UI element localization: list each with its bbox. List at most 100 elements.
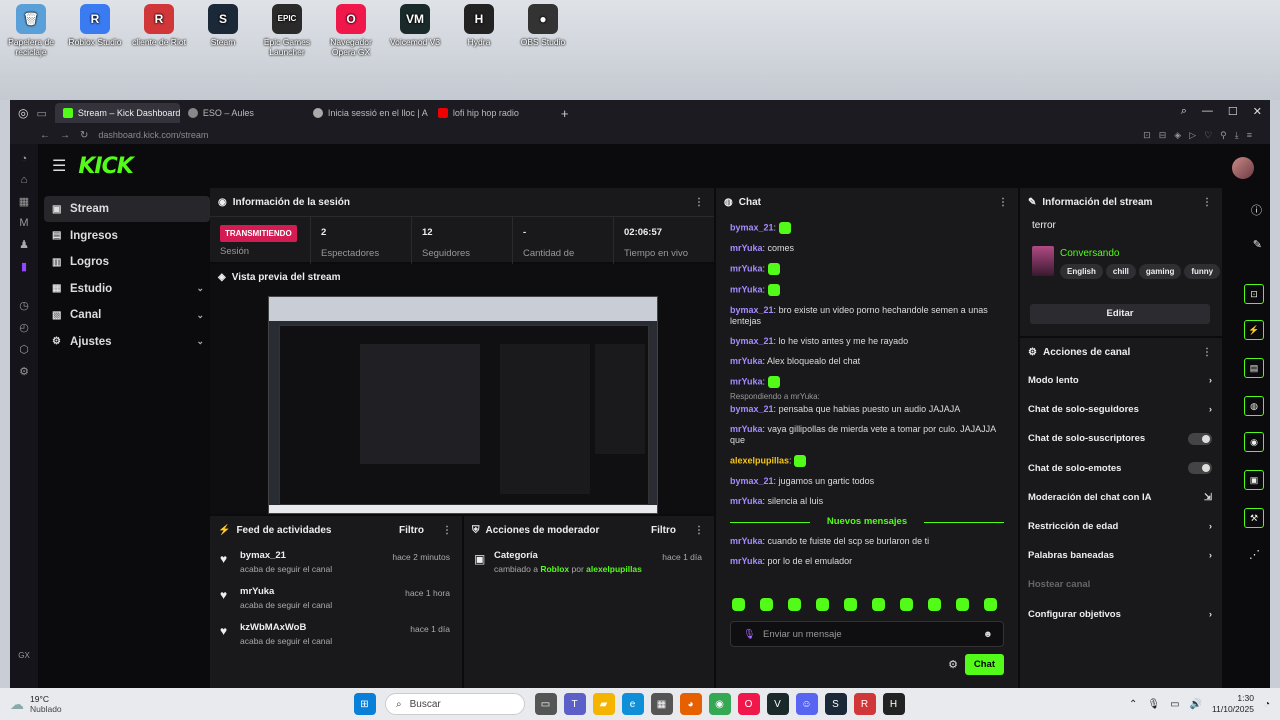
workspace-icon[interactable]: ▭ (36, 107, 46, 120)
new-tab-button[interactable]: + (561, 106, 569, 121)
opera-logo-icon[interactable]: ◎ (18, 106, 28, 120)
screen-tool-icon[interactable]: ▣ (1244, 470, 1264, 490)
chat-username[interactable]: mrYuka (730, 263, 763, 273)
kebab-menu-icon[interactable]: ⋮ (694, 525, 704, 536)
forward-button[interactable]: → (60, 130, 70, 141)
channel-action-item[interactable]: Moderación del chat con IA ⇲ (1020, 483, 1222, 512)
chat-username[interactable]: mrYuka (730, 376, 763, 386)
chat-username[interactable]: bymax_21 (730, 336, 774, 346)
chrome-icon[interactable]: ◉ (708, 693, 731, 715)
user-link[interactable]: alexelpupillas (586, 564, 642, 574)
emote-icon[interactable] (956, 598, 969, 611)
maximize-button[interactable]: ☐ (1228, 105, 1238, 118)
settings-icon[interactable]: ⚙ (10, 365, 38, 378)
channel-action-item[interactable]: Restricción de edad › (1020, 512, 1222, 541)
desktop-icon[interactable]: S Steam (192, 4, 254, 47)
chat-username[interactable]: alexelpupillas (730, 455, 789, 465)
mic-tray-icon[interactable]: 🎙 (1147, 699, 1160, 710)
info-icon[interactable]: ⓘ (1251, 202, 1262, 218)
kick-side-icon[interactable]: ♟ (10, 238, 38, 251)
chat-username[interactable]: bymax_21 (730, 305, 774, 315)
channel-action-item[interactable]: Chat de solo-suscriptores (1020, 424, 1222, 453)
chat-tool-icon[interactable]: ◍ (1244, 396, 1264, 416)
sidebar-item-canal[interactable]: ▧ Canal ⌄ (44, 302, 210, 328)
chat-username[interactable]: mrYuka (730, 536, 763, 546)
discord-icon[interactable]: ☺ (795, 693, 818, 715)
volume-icon[interactable]: 🔊 (1190, 699, 1202, 710)
minimize-button[interactable]: — (1202, 105, 1213, 118)
firefox-icon[interactable]: ◕ (679, 693, 702, 715)
category-link[interactable]: Roblox (540, 564, 569, 574)
speed-dial-icon[interactable]: ◔ (10, 153, 38, 165)
extensions-icon[interactable]: ⬡ (10, 343, 38, 356)
chat-username[interactable]: bymax_21 (730, 222, 774, 232)
toggle-switch[interactable] (1188, 432, 1212, 445)
tab-aules[interactable]: ESO – Aules (180, 103, 305, 123)
edit-tool-icon[interactable]: ✎ (1253, 238, 1262, 251)
gx-icon[interactable]: GX (10, 651, 38, 660)
desktop-icon[interactable]: 🗑 Papelera de reciclaje (0, 4, 62, 57)
tab-kick[interactable]: Stream – Kick Dashboard (54, 103, 180, 123)
share-icon[interactable]: ⋰ (1249, 548, 1260, 561)
emote-icon[interactable] (872, 598, 885, 611)
tab-youtube[interactable]: lofi hip hop radio (430, 103, 555, 123)
player-icon[interactable]: ▦ (10, 195, 38, 208)
steam-icon[interactable]: S (824, 693, 847, 715)
emote-icon[interactable] (844, 598, 857, 611)
channel-action-item[interactable]: Palabras baneadas › (1020, 541, 1222, 570)
sidebar-item-estudio[interactable]: ▦ Estudio ⌄ (44, 276, 210, 302)
tag-badge[interactable]: English (1060, 264, 1103, 279)
desktop-icon[interactable]: EPIC Epic Games Launcher (256, 4, 318, 57)
avatar[interactable] (1232, 157, 1254, 179)
emoji-picker-icon[interactable]: ☻ (983, 629, 993, 640)
m-icon[interactable]: M (10, 217, 38, 229)
stream-preview[interactable] (268, 296, 658, 514)
close-button[interactable]: ✕ (1253, 105, 1262, 118)
task-view-icon[interactable]: ▭ (534, 693, 557, 715)
kebab-menu-icon[interactable]: ⋮ (442, 525, 452, 536)
emote-icon[interactable] (732, 598, 745, 611)
twitch-icon[interactable]: ▮ (10, 260, 38, 273)
kebab-menu-icon[interactable]: ⋮ (1202, 347, 1212, 358)
reload-button[interactable]: ↻ (80, 130, 88, 141)
category-name[interactable]: Conversando (1060, 248, 1119, 259)
camera-tool-icon[interactable]: ⊡ (1244, 284, 1264, 304)
opera-gx-icon[interactable]: O (737, 693, 760, 715)
edit-button[interactable]: Editar (1030, 304, 1210, 324)
channel-action-item[interactable]: Configurar objetivos › (1020, 600, 1222, 629)
voicemod-icon[interactable]: V (766, 693, 789, 715)
edge-icon[interactable]: e (621, 693, 644, 715)
chat-username[interactable]: mrYuka (730, 556, 763, 566)
bag-icon[interactable]: ⌂ (10, 174, 38, 186)
chat-username[interactable]: mrYuka (730, 284, 763, 294)
sidebar-item-ajustes[interactable]: ⚙ Ajustes ⌄ (44, 329, 210, 355)
chat-settings-icon[interactable]: ⚙ (948, 658, 958, 671)
desktop-icon[interactable]: VM Voicemod V3 (384, 4, 446, 47)
chat-username[interactable]: mrYuka (730, 496, 763, 506)
tag-badge[interactable]: chill (1105, 264, 1136, 279)
weather-widget[interactable]: ☁ 19°C Nublado (10, 694, 350, 714)
broadcast-tool-icon[interactable]: ◉ (1244, 432, 1264, 452)
emote-icon[interactable] (788, 598, 801, 611)
network-icon[interactable]: ▭ (1170, 699, 1179, 710)
sidebar-item-logros[interactable]: ▥ Logros (44, 249, 210, 275)
sidebar-item-stream[interactable]: ▣ Stream (44, 196, 210, 222)
clock[interactable]: 1:30 11/10/2025 (1212, 693, 1254, 715)
search-tabs-icon[interactable]: ⌕ (1181, 105, 1187, 118)
emote-icon[interactable] (900, 598, 913, 611)
chat-username[interactable]: mrYuka (730, 424, 763, 434)
chat-username[interactable]: mrYuka (730, 356, 763, 366)
clock-icon[interactable]: ◴ (10, 321, 38, 334)
url-field[interactable]: dashboard.kick.com/stream (98, 130, 208, 140)
tag-badge[interactable]: funny (1184, 264, 1221, 279)
wrench-tool-icon[interactable]: ⚒ (1244, 508, 1264, 528)
emote-icon[interactable] (984, 598, 997, 611)
riot-icon[interactable]: R (853, 693, 876, 715)
channel-action-item[interactable]: Chat de solo-emotes (1020, 454, 1222, 483)
search-box[interactable]: ⌕ Buscar (385, 693, 525, 715)
chat-input[interactable]: 🎙 Enviar un mensaje ☻ (730, 621, 1004, 647)
chat-username[interactable]: bymax_21 (730, 404, 774, 414)
mic-icon[interactable]: 🎙 (743, 629, 755, 640)
new-messages-divider[interactable]: Nuevos mensajes (730, 516, 1004, 527)
store-icon[interactable]: ▦ (650, 693, 673, 715)
